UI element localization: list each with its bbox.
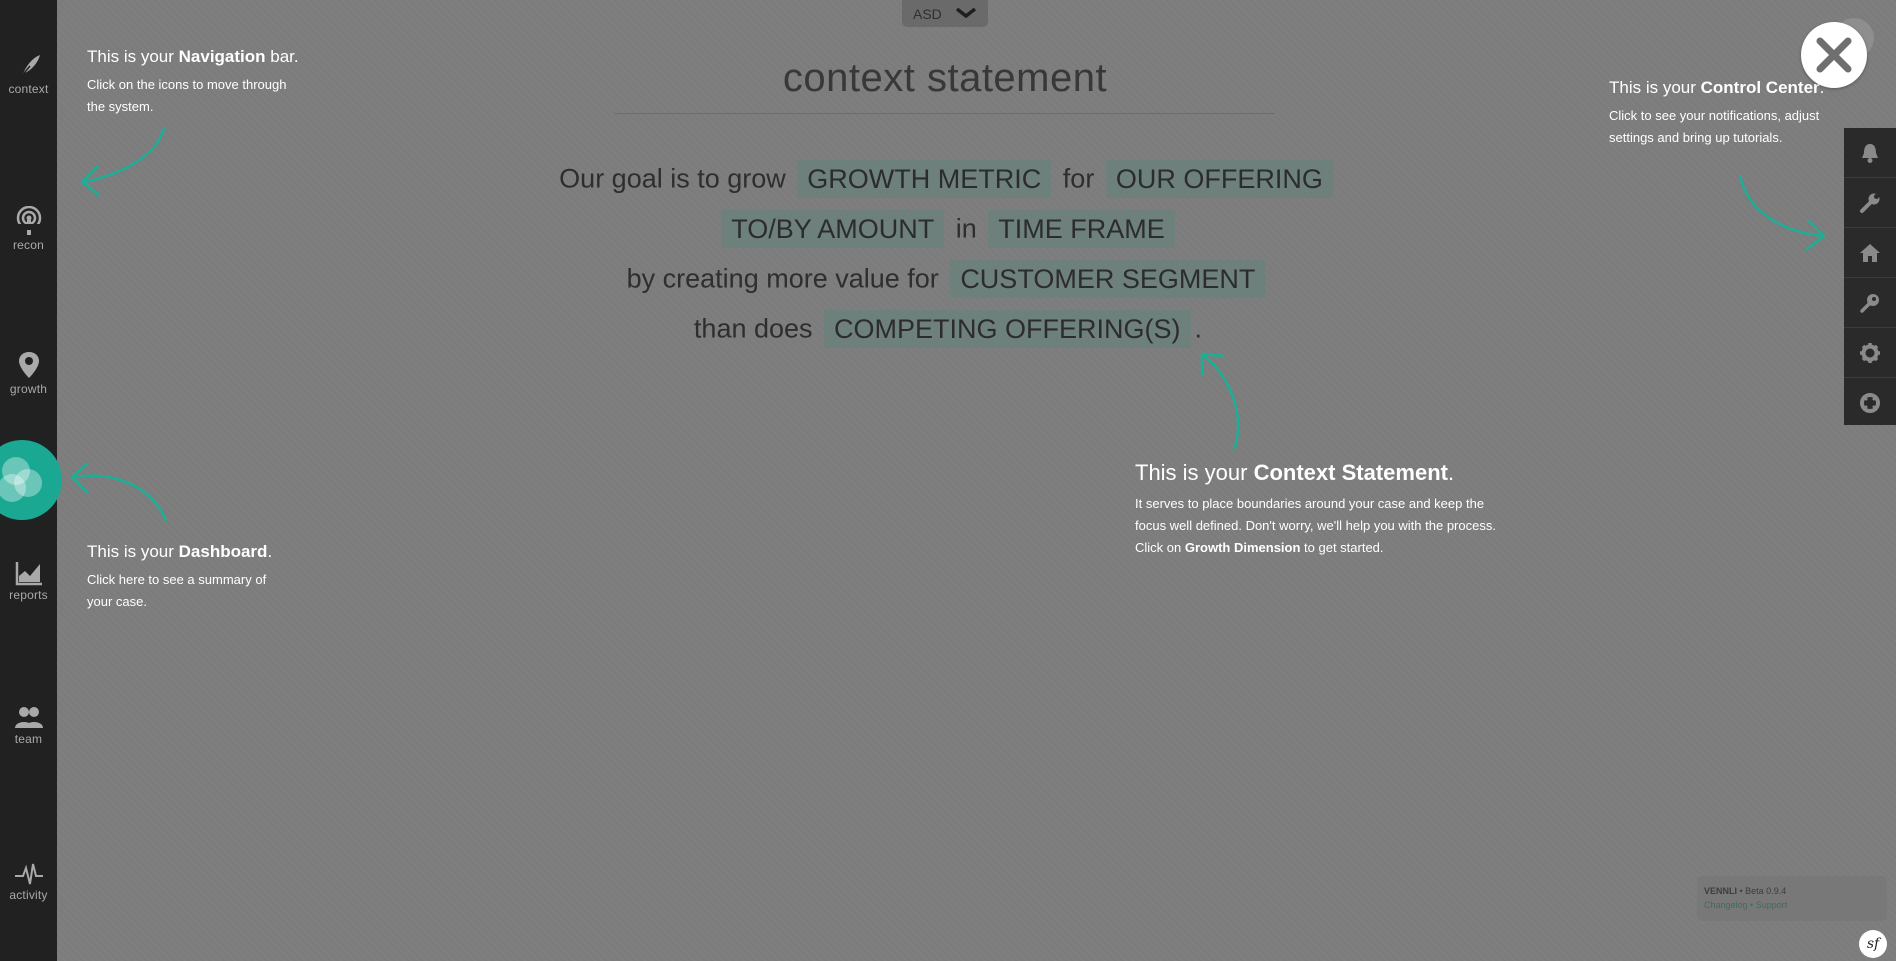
callout-heading-bold: Control Center <box>1700 78 1820 97</box>
chevron-down-icon <box>955 7 977 19</box>
home-icon <box>1860 244 1880 262</box>
callout-heading-text: This is your <box>87 47 179 66</box>
people-icon <box>14 707 43 728</box>
callout-heading-text: bar. <box>265 47 299 66</box>
statement-text: Our goal is to grow <box>559 163 786 194</box>
customer-segment-chip[interactable]: CUSTOMER SEGMENT <box>950 260 1266 298</box>
broadcast-icon <box>16 206 41 235</box>
title-divider <box>615 113 1275 114</box>
separator: • <box>1747 900 1756 910</box>
callout-heading-text: This is your <box>1135 460 1254 485</box>
nav-item-label: recon <box>12 238 45 252</box>
close-icon <box>1816 37 1852 73</box>
nav-item-label: team <box>14 732 43 746</box>
key-button[interactable] <box>1844 278 1896 328</box>
control-center-arrow <box>1738 175 1826 251</box>
control-center-callout: This is your Control Center. Click to se… <box>1609 77 1839 149</box>
control-center <box>1844 128 1896 425</box>
time-frame-chip[interactable]: TIME FRAME <box>988 210 1175 248</box>
version-info: VENNLI • Beta 0.9.4 Changelog • Support <box>1697 876 1887 921</box>
statement-line-4: than does COMPETING OFFERING(S). <box>0 310 1896 348</box>
nav-item-label: reports <box>9 588 48 602</box>
callout-body-text: to get started. <box>1300 540 1384 555</box>
statement-line-2: TO/BY AMOUNT in TIME FRAME <box>0 210 1896 248</box>
callout-body: It serves to place boundaries around you… <box>1135 493 1505 559</box>
competing-offering-chip[interactable]: COMPETING OFFERING(S) <box>824 310 1191 348</box>
page-title: context statement <box>782 56 1108 100</box>
nav-item-reports[interactable]: reports <box>0 560 57 602</box>
callout-body: Click on the icons to move through the s… <box>87 77 287 114</box>
debug-toolbar-badge[interactable]: sf <box>1859 930 1887 958</box>
context-statement-arrow <box>1200 352 1240 451</box>
statement-text: for <box>1062 163 1095 194</box>
dashboard-button[interactable] <box>0 440 62 520</box>
close-tutorial-button[interactable] <box>1801 22 1867 88</box>
bell-icon <box>1862 144 1878 163</box>
nav-item-team[interactable]: team <box>0 706 57 746</box>
nav-item-label: growth <box>9 382 48 396</box>
version-row: VENNLI • Beta 0.9.4 <box>1704 884 1786 898</box>
navigation-arrow <box>80 127 166 197</box>
our-offering-chip[interactable]: OUR OFFERING <box>1105 160 1333 198</box>
callout-heading-text: This is your <box>87 542 179 561</box>
settings-button[interactable] <box>1844 328 1896 378</box>
callout-heading-bold: Dashboard <box>178 542 268 561</box>
context-statement-callout: This is your Context Statement. It serve… <box>1135 459 1505 559</box>
callout-heading-text: . <box>267 542 273 561</box>
map-pin-icon <box>18 352 39 378</box>
version-links: Changelog • Support <box>1704 898 1787 912</box>
dashboard-arrow <box>70 462 168 522</box>
statement-line-1: Our goal is to grow GROWTH METRIC for OU… <box>0 160 1896 198</box>
version-label: Beta 0.9.4 <box>1745 886 1787 896</box>
callout-heading: This is your Control Center. <box>1609 77 1839 99</box>
callout-heading-bold: Context Statement <box>1253 460 1448 485</box>
support-link[interactable]: Support <box>1756 900 1788 910</box>
nav-item-growth[interactable]: growth <box>0 350 57 396</box>
callout-heading: This is your Navigation bar. <box>87 46 302 68</box>
quill-icon <box>18 55 40 79</box>
wrench-icon <box>1860 193 1880 213</box>
growth-dimension-link[interactable]: Growth Dimension <box>1185 540 1301 555</box>
nav-item-context[interactable]: context <box>0 52 57 96</box>
nav-item-label: context <box>8 82 49 96</box>
lifebuoy-icon <box>1860 393 1880 413</box>
brand-name: VENNLI <box>1704 886 1738 896</box>
statement-text: in <box>955 213 977 244</box>
nav-item-activity[interactable]: activity <box>0 862 57 902</box>
navigation-callout: This is your Navigation bar. Click on th… <box>87 46 302 118</box>
statement-text: by creating more value for <box>626 263 939 294</box>
nav-item-recon[interactable]: recon <box>0 206 57 252</box>
notifications-button[interactable] <box>1844 128 1896 178</box>
tools-button[interactable] <box>1844 178 1896 228</box>
growth-metric-chip[interactable]: GROWTH METRIC <box>797 160 1052 198</box>
case-selector[interactable]: ASD <box>902 0 988 27</box>
callout-heading-text: This is your <box>1609 78 1701 97</box>
key-icon <box>1860 294 1879 313</box>
changelog-link[interactable]: Changelog <box>1704 900 1748 910</box>
callout-body: Click here to see a summary of your case… <box>87 572 267 609</box>
statement-text: than does <box>693 313 813 344</box>
help-button[interactable] <box>1844 378 1896 427</box>
gear-icon <box>1860 343 1880 363</box>
home-button[interactable] <box>1844 228 1896 278</box>
callout-heading: This is your Dashboard. <box>87 541 287 563</box>
chart-icon <box>15 562 42 586</box>
nav-item-label: activity <box>9 888 48 902</box>
venn-icon <box>0 457 42 502</box>
callout-body: Click to see your notifications, adjust … <box>1609 108 1820 145</box>
separator: • <box>1737 886 1746 896</box>
callout-heading-bold: Navigation <box>178 47 266 66</box>
statement-line-3: by creating more value for CUSTOMER SEGM… <box>0 260 1896 298</box>
amount-chip[interactable]: TO/BY AMOUNT <box>721 210 945 248</box>
callout-heading-text: . <box>1447 460 1455 485</box>
callout-heading: This is your Context Statement. <box>1135 459 1505 487</box>
case-selector-value: ASD <box>913 6 942 22</box>
statement-period: . <box>1194 313 1203 344</box>
pulse-icon <box>14 863 43 885</box>
dashboard-callout: This is your Dashboard. Click here to se… <box>87 541 287 613</box>
